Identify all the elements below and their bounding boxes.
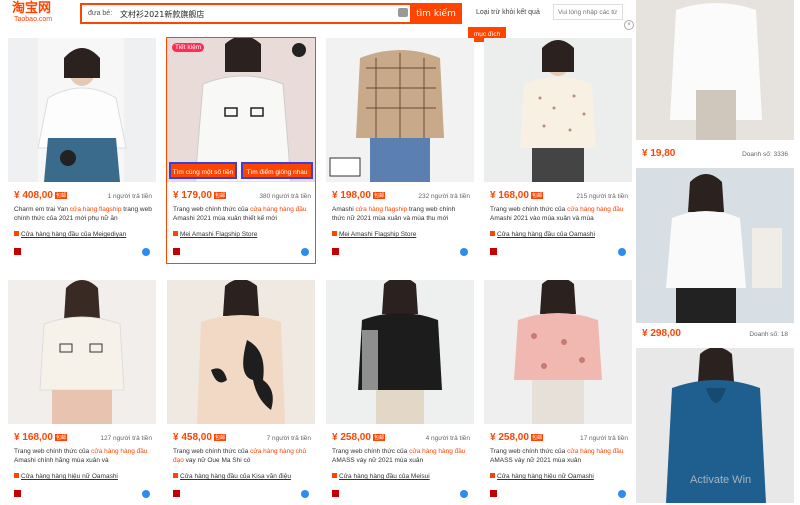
exclude-label: Loại trừ khỏi kết quả xyxy=(476,9,540,16)
product-title[interactable]: Trang web chính thức của cửa hàng hàng đ… xyxy=(14,447,152,465)
tmall-icon xyxy=(173,490,180,497)
product-card[interactable]: Tiết kiệm Tìm cùng một số tiền Tìm điểm … xyxy=(166,37,316,264)
side-product-image[interactable] xyxy=(636,0,794,140)
info-icon[interactable] xyxy=(618,490,626,498)
search-box: đưa bé: tìm kiếm xyxy=(80,3,462,24)
side-sold: Doanh số: 18 xyxy=(749,331,788,338)
search-button[interactable]: tìm kiếm xyxy=(410,3,462,24)
tmall-icon xyxy=(332,490,339,497)
shop-link[interactable]: Mei Amashi Flagship Store xyxy=(173,231,257,238)
info-icon[interactable] xyxy=(142,490,150,498)
product-image[interactable]: Tiết kiệm Tìm cùng một số tiền Tìm điểm … xyxy=(167,38,315,182)
shop-link[interactable]: Cửa hàng hàng hiệu nữ Oamashi xyxy=(490,473,594,480)
tmall-icon xyxy=(332,248,339,255)
product-image[interactable] xyxy=(8,38,156,182)
product-price: ¥ 168,00 包邮 xyxy=(14,432,67,443)
shop-link[interactable]: Cửa hàng hàng đầu của Kisa văn điệu xyxy=(173,473,291,480)
side-product-card[interactable]: ¥ 19,80 Doanh số: 3336 xyxy=(636,0,794,165)
product-sold: 215 người trả tiền xyxy=(576,193,628,200)
logo-en: Taobao.com xyxy=(14,16,53,23)
product-card[interactable]: ¥ 168,00 包邮 215 người trả tiền Trang web … xyxy=(484,38,632,263)
product-sold: 7 người trả tiền xyxy=(266,435,311,442)
product-image[interactable] xyxy=(484,38,632,182)
info-icon[interactable] xyxy=(301,490,309,498)
shop-link[interactable]: Cửa hàng hàng đầu của Meisui xyxy=(332,473,430,480)
search-label: đưa bé: xyxy=(88,10,113,17)
product-card[interactable]: ¥ 198,00 包邮 232 người trả tiền Amashi cửa… xyxy=(326,38,474,263)
shop-link[interactable]: Mei Amashi Flagship Store xyxy=(332,231,416,238)
product-sold: 380 người trả tiền xyxy=(259,193,311,200)
product-title[interactable]: Amashi cửa hàng flagship trang web chính… xyxy=(332,205,470,223)
info-icon[interactable] xyxy=(460,490,468,498)
product-price: ¥ 408,00 包邮 xyxy=(14,190,67,201)
tmall-icon xyxy=(490,248,497,255)
discount-tag: Tiết kiệm xyxy=(172,43,205,52)
product-title[interactable]: Trang web chính thức của cửa hàng hàng đ… xyxy=(490,447,628,465)
tmall-icon xyxy=(490,490,497,497)
product-sold: 4 người trả tiền xyxy=(425,435,470,442)
product-card[interactable]: ¥ 408,00 包邮 1 người trả tiền Charm em tra… xyxy=(8,38,156,263)
tmall-icon xyxy=(14,490,21,497)
side-price: ¥ 19,80 xyxy=(642,148,676,159)
product-title[interactable]: Trang web chính thức của cửa hàng hàng c… xyxy=(173,447,311,465)
product-price: ¥ 168,00 包邮 xyxy=(490,190,543,201)
info-icon[interactable] xyxy=(460,248,468,256)
product-sold: 1 người trả tiền xyxy=(107,193,152,200)
product-price: ¥ 258,00 包邮 xyxy=(332,432,385,443)
product-image[interactable] xyxy=(326,38,474,182)
shop-link[interactable]: Cửa hàng hàng đầu của Oamashi xyxy=(490,231,595,238)
tmall-icon xyxy=(14,248,21,255)
product-title[interactable]: Trang web chính thức của cửa hàng hàng đ… xyxy=(490,205,628,223)
shop-link[interactable]: Cửa hàng hàng hiệu nữ Oamashi xyxy=(14,473,118,480)
info-icon[interactable] xyxy=(618,248,626,256)
logo-cn: 淘宝网 xyxy=(12,1,52,16)
side-sold: Doanh số: 3336 xyxy=(742,151,788,158)
side-product-card[interactable]: ¥ 298,00 Doanh số: 18 xyxy=(636,168,794,343)
product-sold: 232 người trả tiền xyxy=(418,193,470,200)
product-card[interactable]: ¥ 458,00 包邮 7 người trả tiền Trang web ch… xyxy=(167,280,315,505)
info-icon[interactable] xyxy=(142,248,150,256)
product-price: ¥ 179,00 包邮 xyxy=(173,190,226,201)
tmall-icon xyxy=(173,248,180,255)
taobao-logo[interactable]: 淘宝网 Taobao.com xyxy=(12,2,62,26)
product-price: ¥ 258,00 包邮 xyxy=(490,432,543,443)
camera-icon[interactable] xyxy=(398,8,408,17)
product-image[interactable] xyxy=(8,280,156,424)
shop-link[interactable]: Cửa hàng hàng đầu của Meigediyan xyxy=(14,231,126,238)
product-card[interactable]: ¥ 168,00 包邮 127 người trả tiền Trang web … xyxy=(8,280,156,505)
product-image[interactable] xyxy=(326,280,474,424)
product-price: ¥ 458,00 包邮 xyxy=(173,432,226,443)
product-title[interactable]: Charm em trai Yan cửa hàng flagship tran… xyxy=(14,205,152,223)
product-price: ¥ 198,00 包邮 xyxy=(332,190,385,201)
product-image[interactable] xyxy=(484,280,632,424)
product-title[interactable]: Trang web chính thức của cửa hàng hàng đ… xyxy=(332,447,470,465)
search-input[interactable] xyxy=(118,6,422,23)
find-similar-button[interactable]: Tìm điểm giống nhau xyxy=(241,162,313,179)
product-card[interactable]: ¥ 258,00 包邮 17 người trả tiền Trang web c… xyxy=(484,280,632,505)
product-sold: 127 người trả tiền xyxy=(100,435,152,442)
exclude-input[interactable] xyxy=(553,4,623,20)
find-same-button[interactable]: Tìm cùng một số tiền xyxy=(169,162,237,179)
activation-watermark: Activate Win xyxy=(690,474,752,486)
product-sold: 17 người trả tiền xyxy=(579,435,628,442)
product-title[interactable]: Trang web chính thức của cửa hàng hàng đ… xyxy=(173,205,311,223)
close-icon[interactable]: × xyxy=(624,20,634,30)
side-product-image[interactable] xyxy=(636,168,794,323)
product-image[interactable] xyxy=(167,280,315,424)
side-price: ¥ 298,00 xyxy=(642,328,681,339)
product-card[interactable]: ¥ 258,00 包邮 4 người trả tiền Trang web ch… xyxy=(326,280,474,505)
info-icon[interactable] xyxy=(301,248,309,256)
